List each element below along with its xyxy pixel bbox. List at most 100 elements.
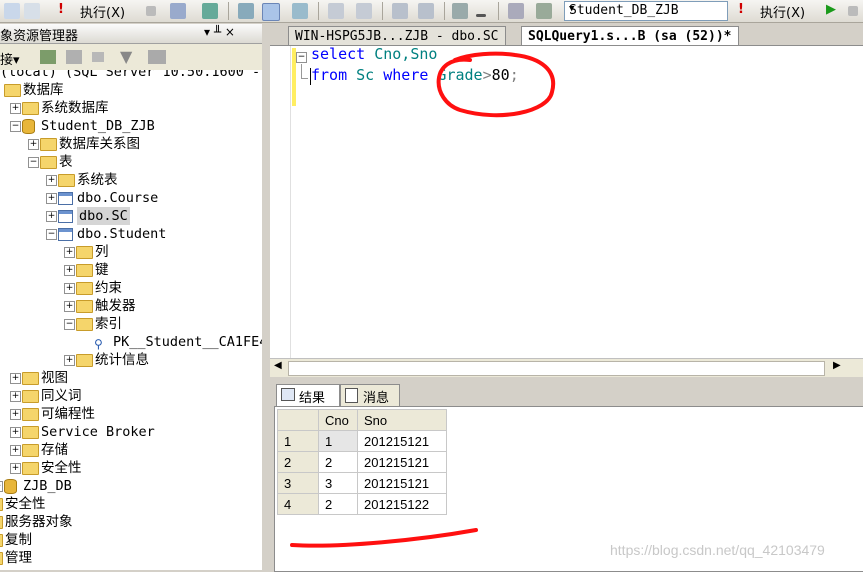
database-icon xyxy=(4,479,17,494)
tree-node-label: 安全性 xyxy=(5,496,46,512)
grid-cell[interactable]: 201215121 xyxy=(357,451,447,473)
tab-messages-label: 消息 xyxy=(363,391,390,406)
corner-cell[interactable] xyxy=(277,409,319,431)
filter-icon[interactable]: ▼ xyxy=(120,47,132,66)
collapse-icon[interactable]: − xyxy=(46,229,57,240)
database-select[interactable]: Student_DB_ZJB ▼ xyxy=(564,1,728,21)
expand-icon[interactable]: + xyxy=(64,301,75,312)
collapse-icon[interactable]: − xyxy=(10,121,21,132)
connect-dropdown[interactable]: 接▾ xyxy=(0,49,20,68)
message-icon xyxy=(345,388,358,403)
execute-button-2[interactable]: 执行(X) xyxy=(760,2,805,21)
column-grade: Grade xyxy=(428,66,483,84)
grid-cell[interactable]: 2 xyxy=(318,451,358,473)
parse-icon[interactable] xyxy=(170,3,186,19)
stop-icon-2[interactable] xyxy=(848,6,858,16)
pane-window-controls[interactable]: ▾ ╨ × xyxy=(204,25,235,39)
expand-icon[interactable]: + xyxy=(10,409,21,420)
expand-icon[interactable]: + xyxy=(10,373,21,384)
tree-node-label: 约束 xyxy=(95,280,122,296)
specify-values-icon[interactable] xyxy=(452,3,468,19)
column-header-sno[interactable]: Sno xyxy=(357,409,447,431)
operator-gt: > xyxy=(482,66,492,84)
tab-sql-query[interactable]: SQLQuery1.s...B (sa (52))* xyxy=(521,26,739,46)
uncomment-icon[interactable] xyxy=(356,3,372,19)
pane-splitter[interactable] xyxy=(262,24,268,570)
table-icon xyxy=(58,210,73,223)
table-row[interactable]: 2 2 201215121 xyxy=(277,451,447,473)
keyword-where: where xyxy=(383,66,429,84)
grid-cell[interactable]: 2 xyxy=(318,493,358,515)
execute-button[interactable]: 执行(X) xyxy=(80,2,125,21)
display-plan-icon[interactable] xyxy=(238,3,254,19)
tree-node-label: 服务器对象 xyxy=(5,514,73,530)
scrollbar-thumb[interactable] xyxy=(288,361,825,376)
indent-icon[interactable] xyxy=(418,3,434,19)
editor-horizontal-scrollbar[interactable]: ◀ ▶ xyxy=(270,358,863,377)
expand-icon[interactable]: + xyxy=(10,463,21,474)
connect-icon[interactable] xyxy=(40,50,56,64)
scroll-left-icon[interactable]: ◀ xyxy=(274,360,282,371)
row-number-cell[interactable]: 3 xyxy=(277,472,319,494)
expand-icon[interactable]: + xyxy=(64,247,75,258)
grid-cell[interactable]: 1 xyxy=(318,430,358,452)
expand-icon[interactable]: + xyxy=(64,355,75,366)
query-editor[interactable]: − select Cno,Sno from Sc where Grade>80; xyxy=(270,45,863,359)
table-row[interactable]: 1 1 201215121 xyxy=(277,430,447,452)
play-icon[interactable]: ▶ xyxy=(826,2,836,17)
expand-icon[interactable]: + xyxy=(10,103,21,114)
expand-icon[interactable]: + xyxy=(64,265,75,276)
grid-cell[interactable]: 201215122 xyxy=(357,493,447,515)
stop-icon[interactable] xyxy=(146,6,156,16)
collapse-icon[interactable]: − xyxy=(296,52,307,63)
expand-icon[interactable]: + xyxy=(10,391,21,402)
tree-node-label: Student_DB_ZJB xyxy=(41,118,155,134)
results-to-file-icon[interactable] xyxy=(292,3,308,19)
outdent-icon[interactable] xyxy=(392,3,408,19)
collapse-icon[interactable]: − xyxy=(64,319,75,330)
keyword-select: select xyxy=(311,45,366,63)
row-number-cell[interactable]: 1 xyxy=(277,430,319,452)
row-number-cell[interactable]: 2 xyxy=(277,451,319,473)
expand-icon[interactable]: + xyxy=(46,175,57,186)
debug-icon[interactable] xyxy=(202,3,218,19)
expand-icon[interactable]: + xyxy=(28,139,39,150)
stop-icon-3[interactable] xyxy=(92,52,104,62)
table-row[interactable]: 3 3 201215121 xyxy=(277,472,447,494)
object-explorer-toolbar: 接▾ ▼ xyxy=(0,44,262,70)
tab-table-design[interactable]: WIN-HSPG5JB...ZJB - dbo.SC xyxy=(288,26,506,46)
expand-icon[interactable]: + xyxy=(10,427,21,438)
tab-results[interactable]: 结果 xyxy=(276,384,340,407)
folder-icon xyxy=(0,534,3,547)
refresh-icon[interactable] xyxy=(148,50,166,64)
scroll-right-icon[interactable]: ▶ xyxy=(833,360,841,371)
row-number-cell[interactable]: 4 xyxy=(277,493,319,515)
comment-icon[interactable] xyxy=(328,3,344,19)
expand-icon[interactable]: + xyxy=(64,283,75,294)
tab-messages[interactable]: 消息 xyxy=(340,384,400,407)
tree-node-label: 数据库关系图 xyxy=(59,136,140,152)
expand-icon[interactable]: + xyxy=(46,193,57,204)
collapse-icon[interactable]: − xyxy=(28,157,39,168)
change-connection-icon[interactable] xyxy=(536,3,552,19)
results-to-grid-icon[interactable] xyxy=(262,3,280,21)
expand-icon[interactable]: + xyxy=(0,481,3,492)
grid-cell[interactable]: 201215121 xyxy=(357,472,447,494)
object-explorer-icon[interactable] xyxy=(508,3,524,19)
tab-results-label: 结果 xyxy=(299,391,326,406)
chevron-down-icon[interactable]: ▼ xyxy=(569,4,725,14)
toolbar-overflow-icon[interactable] xyxy=(476,14,486,17)
disconnect-icon[interactable] xyxy=(66,50,82,64)
grid-cell[interactable]: 201215121 xyxy=(357,430,447,452)
toolbar-icon-2[interactable] xyxy=(24,3,40,19)
expand-icon[interactable]: + xyxy=(46,211,57,222)
folder-icon xyxy=(76,246,93,259)
expand-icon[interactable]: + xyxy=(10,445,21,456)
execute-icon[interactable]: ! xyxy=(58,2,64,17)
grid-cell[interactable]: 3 xyxy=(318,472,358,494)
table-row[interactable]: 4 2 201215122 xyxy=(277,493,447,515)
tree-node-label: dbo.Course xyxy=(77,190,159,206)
execute-icon-2[interactable]: ! xyxy=(738,2,744,17)
column-header-cno[interactable]: Cno xyxy=(318,409,358,431)
toolbar-icon-1[interactable] xyxy=(4,3,20,19)
